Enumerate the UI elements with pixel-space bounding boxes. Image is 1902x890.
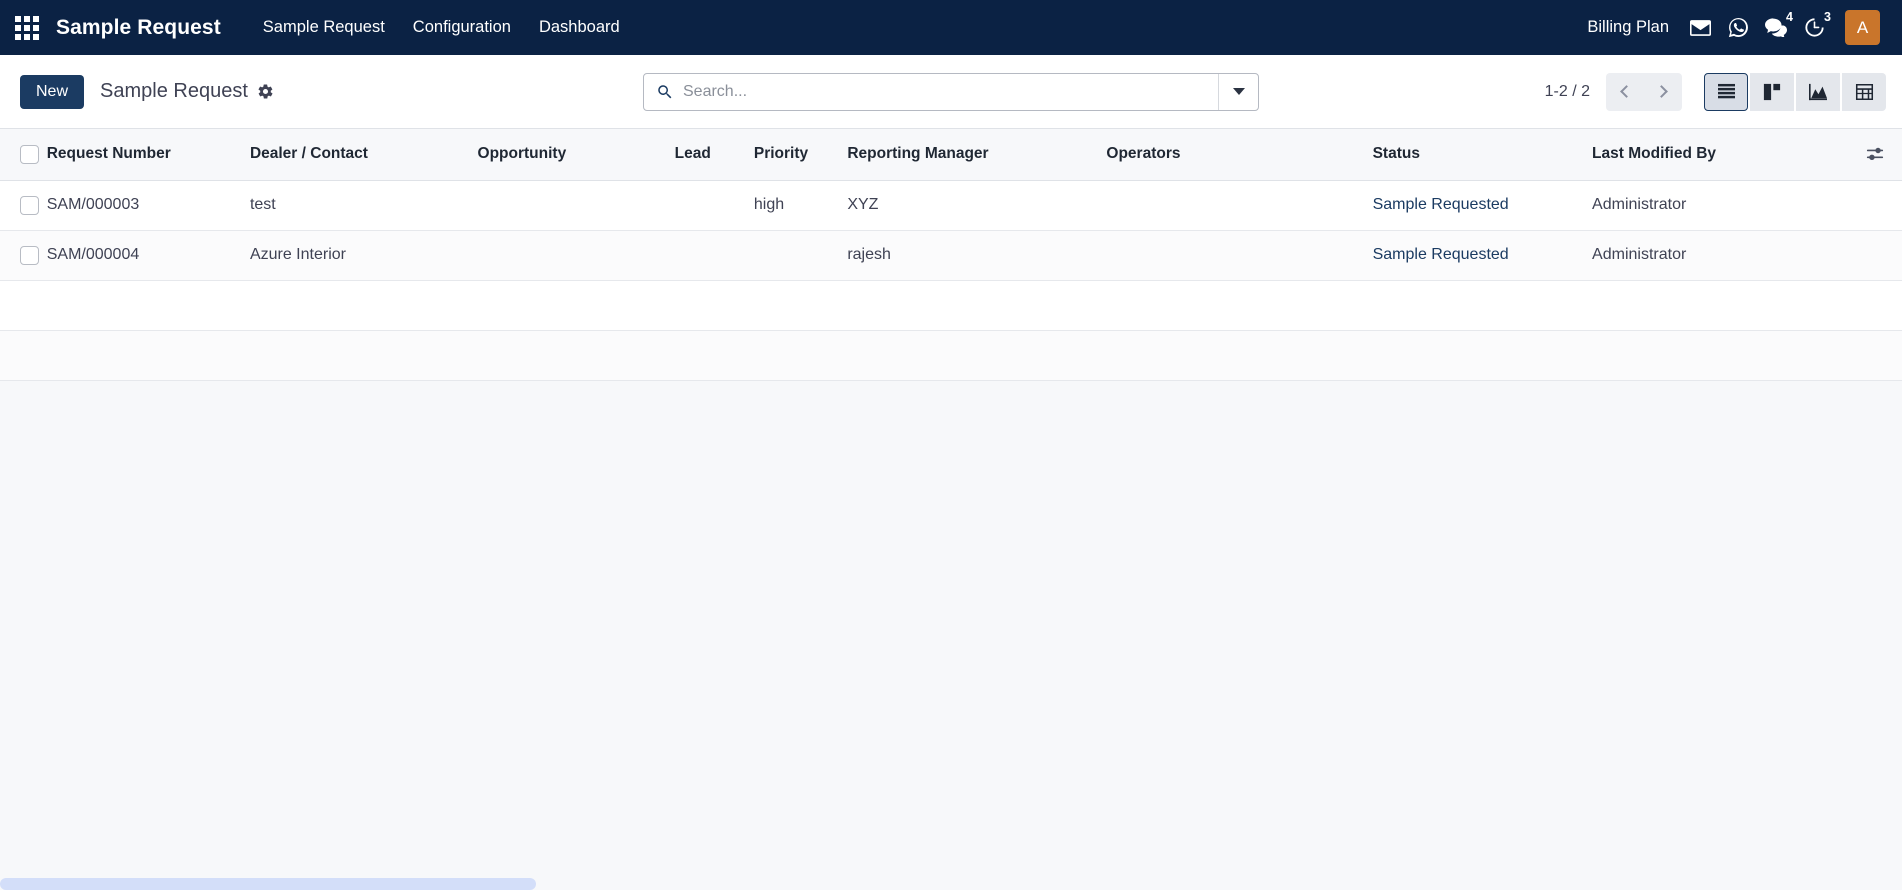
view-button-list[interactable] xyxy=(1704,72,1748,111)
pivot-view-icon xyxy=(1855,83,1873,100)
cell-dealer-contact: Azure Interior xyxy=(249,230,478,281)
chevron-right-icon xyxy=(1655,85,1668,98)
navbar-right-actions: Billing Plan 4 3 A xyxy=(1577,8,1884,48)
row-select-cell xyxy=(0,230,47,281)
chevron-left-icon xyxy=(1620,85,1633,98)
pager-previous-button[interactable] xyxy=(1606,72,1644,111)
view-button-graph[interactable] xyxy=(1796,72,1840,111)
menu-item-configuration[interactable]: Configuration xyxy=(399,0,525,55)
apps-grid-icon[interactable] xyxy=(14,15,40,41)
list-view-container: Request Number Dealer / Contact Opportun… xyxy=(0,128,1902,381)
cell-last-modified-by: Administrator xyxy=(1592,180,1841,231)
cell-reporting-manager: rajesh xyxy=(847,230,1107,281)
cell-dealer-contact: test xyxy=(249,180,478,231)
cell-opportunity xyxy=(477,180,675,231)
horizontal-scrollbar-thumb[interactable] xyxy=(0,878,536,890)
page-body: Request Number Dealer / Contact Opportun… xyxy=(0,128,1902,890)
pager-next-button[interactable] xyxy=(1644,72,1682,111)
records-table: Request Number Dealer / Contact Opportun… xyxy=(0,129,1902,381)
control-panel: New Sample Request 1-2 / 2 xyxy=(0,55,1902,128)
search-view xyxy=(643,72,1259,111)
new-button[interactable]: New xyxy=(20,74,85,109)
breadcrumb: Sample Request xyxy=(100,80,274,103)
cell-opportunity xyxy=(477,230,675,281)
cell-lead xyxy=(674,180,754,231)
table-row[interactable]: SAM/000003 test high XYZ Sample Requeste… xyxy=(0,180,1902,231)
column-header-reporting-manager[interactable]: Reporting Manager xyxy=(847,129,1107,181)
breadcrumb-current: Sample Request xyxy=(100,80,248,102)
table-filler-row xyxy=(0,280,1902,331)
search-input[interactable] xyxy=(683,73,1218,110)
top-navbar: Sample Request Sample Request Configurat… xyxy=(0,0,1902,55)
billing-plan-link[interactable]: Billing Plan xyxy=(1577,18,1679,37)
whatsapp-icon[interactable] xyxy=(1721,8,1755,48)
activities-badge: 3 xyxy=(1824,9,1831,24)
search-icon xyxy=(644,83,683,101)
table-row[interactable]: SAM/000004 Azure Interior rajesh Sample … xyxy=(0,230,1902,281)
filler-cell xyxy=(0,280,1902,331)
cell-request-number: SAM/000003 xyxy=(46,180,250,231)
view-button-kanban[interactable] xyxy=(1750,72,1794,111)
horizontal-scrollbar[interactable] xyxy=(0,876,1902,890)
app-brand-title[interactable]: Sample Request xyxy=(56,16,221,40)
filler-cell xyxy=(0,330,1902,381)
column-header-lead[interactable]: Lead xyxy=(674,129,754,181)
cell-status: Sample Requested xyxy=(1372,230,1593,281)
menu-item-sample-request[interactable]: Sample Request xyxy=(249,0,399,55)
column-header-priority[interactable]: Priority xyxy=(753,129,848,181)
cell-spacer xyxy=(1840,180,1902,231)
cell-last-modified-by: Administrator xyxy=(1592,230,1841,281)
column-header-status[interactable]: Status xyxy=(1372,129,1593,181)
list-view-icon xyxy=(1717,83,1735,99)
column-header-opportunity[interactable]: Opportunity xyxy=(477,129,675,181)
view-switcher xyxy=(1704,72,1886,111)
row-checkbox[interactable] xyxy=(20,245,39,265)
table-filler-row xyxy=(0,330,1902,381)
table-header-row: Request Number Dealer / Contact Opportun… xyxy=(0,129,1902,181)
cell-request-number: SAM/000004 xyxy=(46,230,250,281)
column-header-request-number[interactable]: Request Number xyxy=(46,129,250,181)
cell-priority: high xyxy=(753,180,848,231)
cell-priority xyxy=(753,230,848,281)
search-dropdown-toggle[interactable] xyxy=(1218,73,1258,110)
column-header-dealer-contact[interactable]: Dealer / Contact xyxy=(249,129,478,181)
view-button-pivot[interactable] xyxy=(1842,72,1886,111)
cell-reporting-manager: XYZ xyxy=(847,180,1107,231)
row-checkbox[interactable] xyxy=(20,195,39,215)
cell-status: Sample Requested xyxy=(1372,180,1593,231)
mail-icon[interactable] xyxy=(1683,8,1717,48)
control-panel-right: 1-2 / 2 xyxy=(1545,72,1886,111)
messages-icon[interactable]: 4 xyxy=(1759,8,1793,48)
table-body: SAM/000003 test high XYZ Sample Requeste… xyxy=(0,180,1902,381)
activities-clock-icon[interactable]: 3 xyxy=(1797,8,1831,48)
column-header-last-modified-by[interactable]: Last Modified By xyxy=(1592,129,1841,181)
menu-item-dashboard[interactable]: Dashboard xyxy=(525,0,634,55)
cell-operators xyxy=(1106,180,1373,231)
chevron-down-icon xyxy=(1232,88,1245,95)
select-all-header xyxy=(0,129,47,181)
cell-spacer xyxy=(1840,230,1902,281)
kanban-view-icon xyxy=(1763,83,1781,100)
column-header-operators[interactable]: Operators xyxy=(1106,129,1373,181)
select-all-checkbox[interactable] xyxy=(20,144,39,164)
optional-columns-header xyxy=(1840,129,1902,181)
sliders-icon[interactable] xyxy=(1841,145,1884,163)
messages-badge: 4 xyxy=(1786,9,1793,24)
cell-lead xyxy=(674,230,754,281)
pager-counter[interactable]: 1-2 / 2 xyxy=(1545,83,1590,101)
cell-operators xyxy=(1106,230,1373,281)
gear-icon[interactable] xyxy=(257,83,274,100)
table-header: Request Number Dealer / Contact Opportun… xyxy=(0,129,1902,181)
user-avatar[interactable]: A xyxy=(1845,10,1880,45)
graph-view-icon xyxy=(1809,83,1827,100)
row-select-cell xyxy=(0,180,47,231)
